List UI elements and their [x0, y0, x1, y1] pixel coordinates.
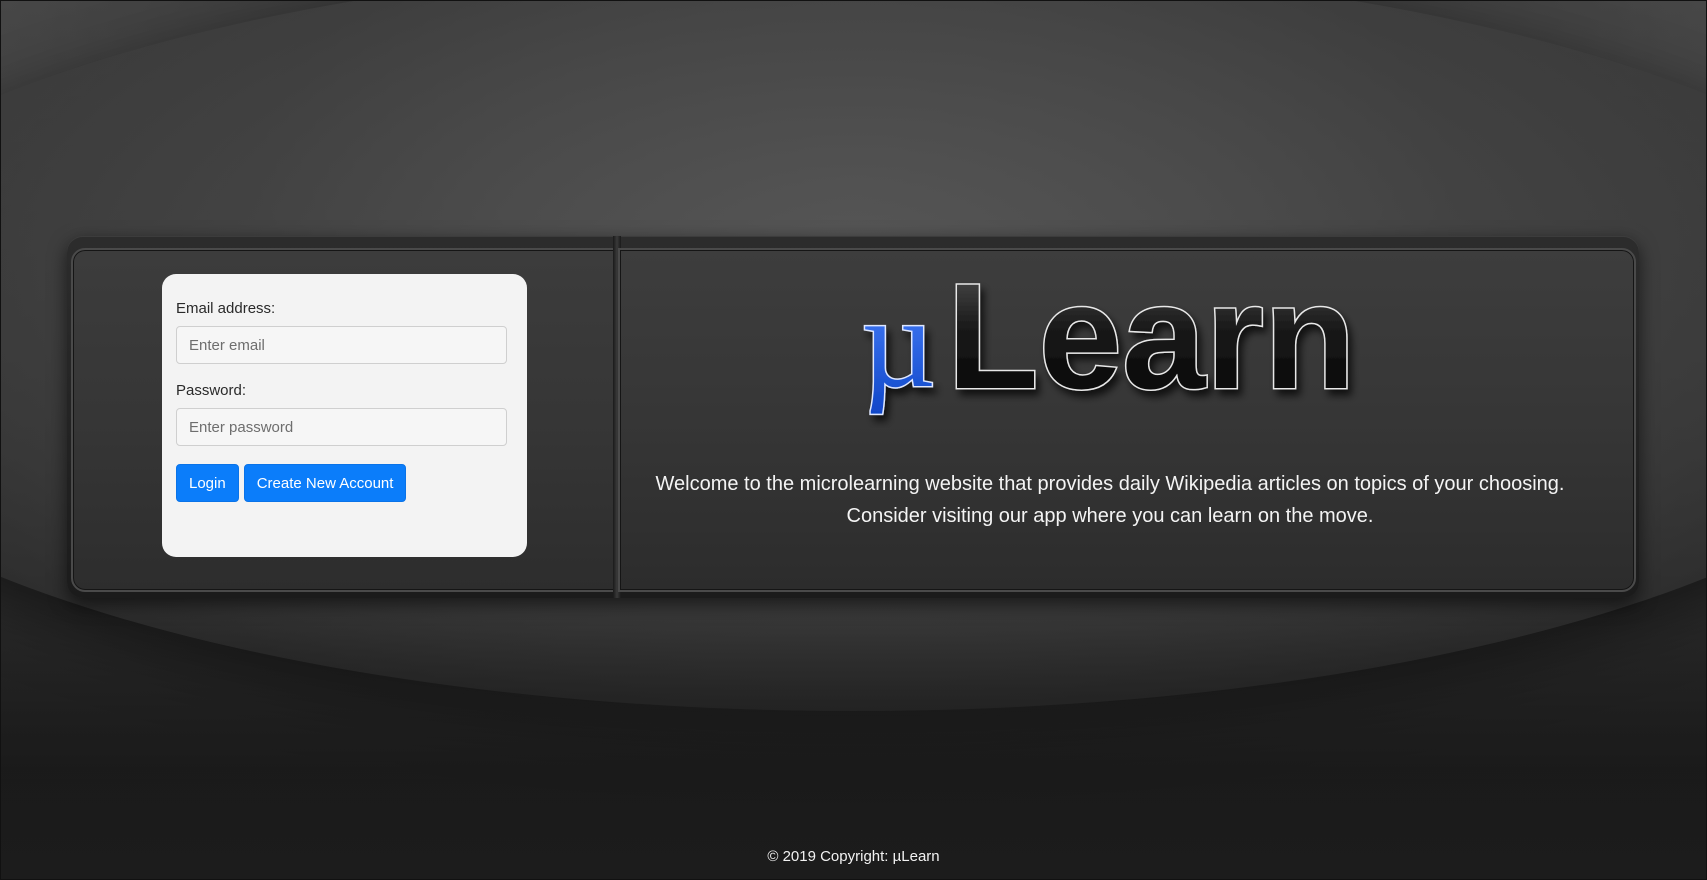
create-account-button[interactable]: Create New Account	[243, 464, 407, 502]
login-form: Email address: Password: Login Create Ne…	[162, 274, 527, 557]
login-button[interactable]: Login	[176, 464, 239, 502]
welcome-line-2: Consider visiting our app where you can …	[846, 505, 1374, 527]
background-shade	[1, 601, 1706, 879]
email-input[interactable]	[176, 326, 507, 364]
footer-copyright: © 2019 Copyright: µLearn	[767, 848, 940, 865]
password-label: Password:	[176, 382, 247, 399]
logo-word: Learn	[947, 258, 1355, 420]
email-label: Email address:	[176, 300, 276, 317]
welcome-line-1: Welcome to the microlearning website tha…	[655, 473, 1565, 495]
ulearn-logo: µ Learn	[860, 258, 1357, 422]
password-input[interactable]	[176, 408, 507, 446]
form-actions: Login Create New Account	[176, 464, 507, 502]
welcome-message: Welcome to the microlearning website tha…	[630, 468, 1590, 532]
logo-mu: µ	[861, 271, 936, 415]
